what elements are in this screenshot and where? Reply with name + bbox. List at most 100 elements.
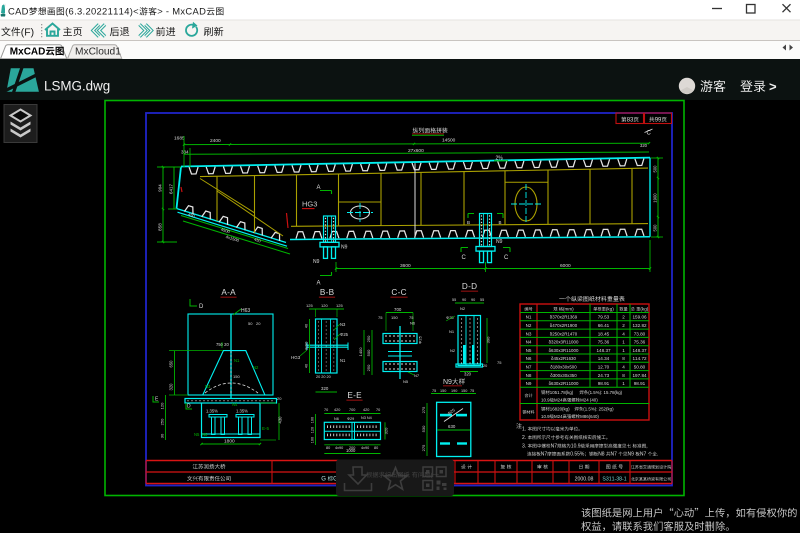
svg-text:4x90: 4x90 xyxy=(304,341,309,350)
svg-text:159.06: 159.06 xyxy=(633,315,647,320)
svg-text:1.35%: 1.35% xyxy=(206,409,218,414)
svg-text:2: 2 xyxy=(622,323,625,328)
svg-text:275: 275 xyxy=(421,406,426,413)
svg-text:1800: 1800 xyxy=(224,439,235,445)
svg-text:N7: N7 xyxy=(611,452,618,458)
svg-text:6000: 6000 xyxy=(560,263,571,269)
svg-text:N9: N9 xyxy=(443,379,452,386)
svg-text:E-E: E-E xyxy=(347,391,362,400)
svg-text:4x90: 4x90 xyxy=(335,446,343,450)
svg-text:120: 120 xyxy=(321,303,328,308)
svg-text:A-A: A-A xyxy=(221,288,236,297)
svg-text:420: 420 xyxy=(363,408,369,412)
svg-text:H63: H63 xyxy=(241,308,250,314)
svg-text:N1: N1 xyxy=(526,315,532,320)
svg-text:390: 390 xyxy=(486,336,491,343)
svg-text:148.37: 148.37 xyxy=(633,348,647,353)
svg-text:N5: N5 xyxy=(526,348,532,353)
svg-text:70: 70 xyxy=(324,408,328,412)
svg-text:40: 40 xyxy=(305,324,309,328)
svg-text:HG3: HG3 xyxy=(302,200,317,209)
svg-text:75: 75 xyxy=(409,315,414,320)
svg-text:320: 320 xyxy=(384,427,389,434)
svg-text:132.82: 132.82 xyxy=(633,323,647,328)
svg-text:4x90: 4x90 xyxy=(361,446,369,450)
svg-text:55: 55 xyxy=(452,298,456,302)
svg-text:N9: N9 xyxy=(341,245,348,251)
svg-text:150: 150 xyxy=(233,374,240,379)
svg-text:10.9: 10.9 xyxy=(541,398,550,403)
svg-text:(kg): (kg) xyxy=(606,307,614,312)
svg-text:14.34: 14.34 xyxy=(598,356,610,361)
svg-text:73.80: 73.80 xyxy=(634,331,646,336)
svg-text:320: 320 xyxy=(321,386,329,391)
svg-text:C: C xyxy=(462,255,467,261)
svg-text:190: 190 xyxy=(451,389,457,393)
svg-text:75: 75 xyxy=(497,360,502,365)
svg-text:66.41: 66.41 xyxy=(598,323,610,328)
svg-text:20 20 20: 20 20 20 xyxy=(316,375,331,379)
svg-text:320: 320 xyxy=(640,143,648,148)
svg-text:N5: N5 xyxy=(194,432,200,437)
svg-text:904: 904 xyxy=(158,184,163,192)
svg-text:1: 1 xyxy=(622,381,625,386)
svg-text:500: 500 xyxy=(653,224,658,232)
svg-text:75: 75 xyxy=(470,389,474,393)
svg-text:D: D xyxy=(187,404,191,410)
svg-text:70: 70 xyxy=(376,408,380,412)
svg-text:δ370x2R1369: δ370x2R1369 xyxy=(550,315,578,320)
svg-text:1051.78(kg): 1051.78(kg) xyxy=(550,390,574,395)
svg-text:650: 650 xyxy=(169,360,174,368)
svg-text:100: 100 xyxy=(311,437,315,443)
svg-text:(1.5%): 15.78(kg): (1.5%): 15.78(kg) xyxy=(588,390,622,395)
svg-text:C: C xyxy=(504,255,509,261)
svg-text:Φ25: Φ25 xyxy=(340,332,349,337)
svg-text:125: 125 xyxy=(336,303,343,308)
svg-text:150: 150 xyxy=(391,315,398,320)
svg-text:30: 30 xyxy=(160,433,165,438)
svg-text:N2: N2 xyxy=(460,306,466,311)
svg-text:A: A xyxy=(317,281,321,287)
svg-text:δ630x2R11000: δ630x2R11000 xyxy=(549,381,579,386)
svg-text:N8: N8 xyxy=(526,373,532,378)
svg-text:197.84: 197.84 xyxy=(633,373,647,378)
svg-text:N7: N7 xyxy=(526,365,532,370)
svg-text:N2: N2 xyxy=(253,365,259,370)
svg-text:A: A xyxy=(317,185,321,191)
svg-text:500: 500 xyxy=(653,165,658,173)
svg-text:> - MxCAD: > - MxCAD xyxy=(157,6,206,17)
svg-text:4: 4 xyxy=(622,331,625,336)
svg-text:N9: N9 xyxy=(628,452,635,458)
svg-text:55: 55 xyxy=(480,298,484,302)
svg-text:10.9: 10.9 xyxy=(541,414,550,419)
svg-text:700: 700 xyxy=(394,307,402,312)
svg-text:N6: N6 xyxy=(410,321,416,326)
svg-text:420: 420 xyxy=(334,408,340,412)
svg-text:M24 (40): M24 (40) xyxy=(580,398,598,403)
svg-text:δ630x3R11000: δ630x3R11000 xyxy=(549,348,579,353)
svg-text:1: 1 xyxy=(622,340,625,345)
svg-text:100: 100 xyxy=(311,417,315,423)
svg-text:N3: N3 xyxy=(526,331,532,336)
svg-text:250: 250 xyxy=(160,418,165,425)
svg-text:N3 N4: N3 N4 xyxy=(361,416,372,420)
svg-text:120: 120 xyxy=(160,402,165,409)
svg-text:90: 90 xyxy=(471,298,475,302)
svg-text:858: 858 xyxy=(158,223,163,231)
svg-text:N4: N4 xyxy=(526,340,532,345)
svg-text:150: 150 xyxy=(461,389,467,393)
svg-text:530: 530 xyxy=(421,425,426,432)
svg-text:N4: N4 xyxy=(232,402,238,407)
svg-text:250: 250 xyxy=(366,335,371,342)
svg-text:N5: N5 xyxy=(403,379,409,384)
svg-text:75.36: 75.36 xyxy=(598,340,610,345)
svg-text:δ45x2R1630: δ45x2R1630 xyxy=(551,356,576,361)
svg-text:M24: M24 xyxy=(554,398,563,403)
svg-text:27x600: 27x600 xyxy=(408,148,424,154)
svg-text:18.45: 18.45 xyxy=(598,331,610,336)
svg-text:δ250x2R1470: δ250x2R1470 xyxy=(550,331,578,336)
svg-text:700: 700 xyxy=(349,408,355,412)
svg-text:50.80: 50.80 xyxy=(634,365,646,370)
svg-text:1900: 1900 xyxy=(653,193,658,203)
svg-text:CAD: CAD xyxy=(8,6,29,17)
